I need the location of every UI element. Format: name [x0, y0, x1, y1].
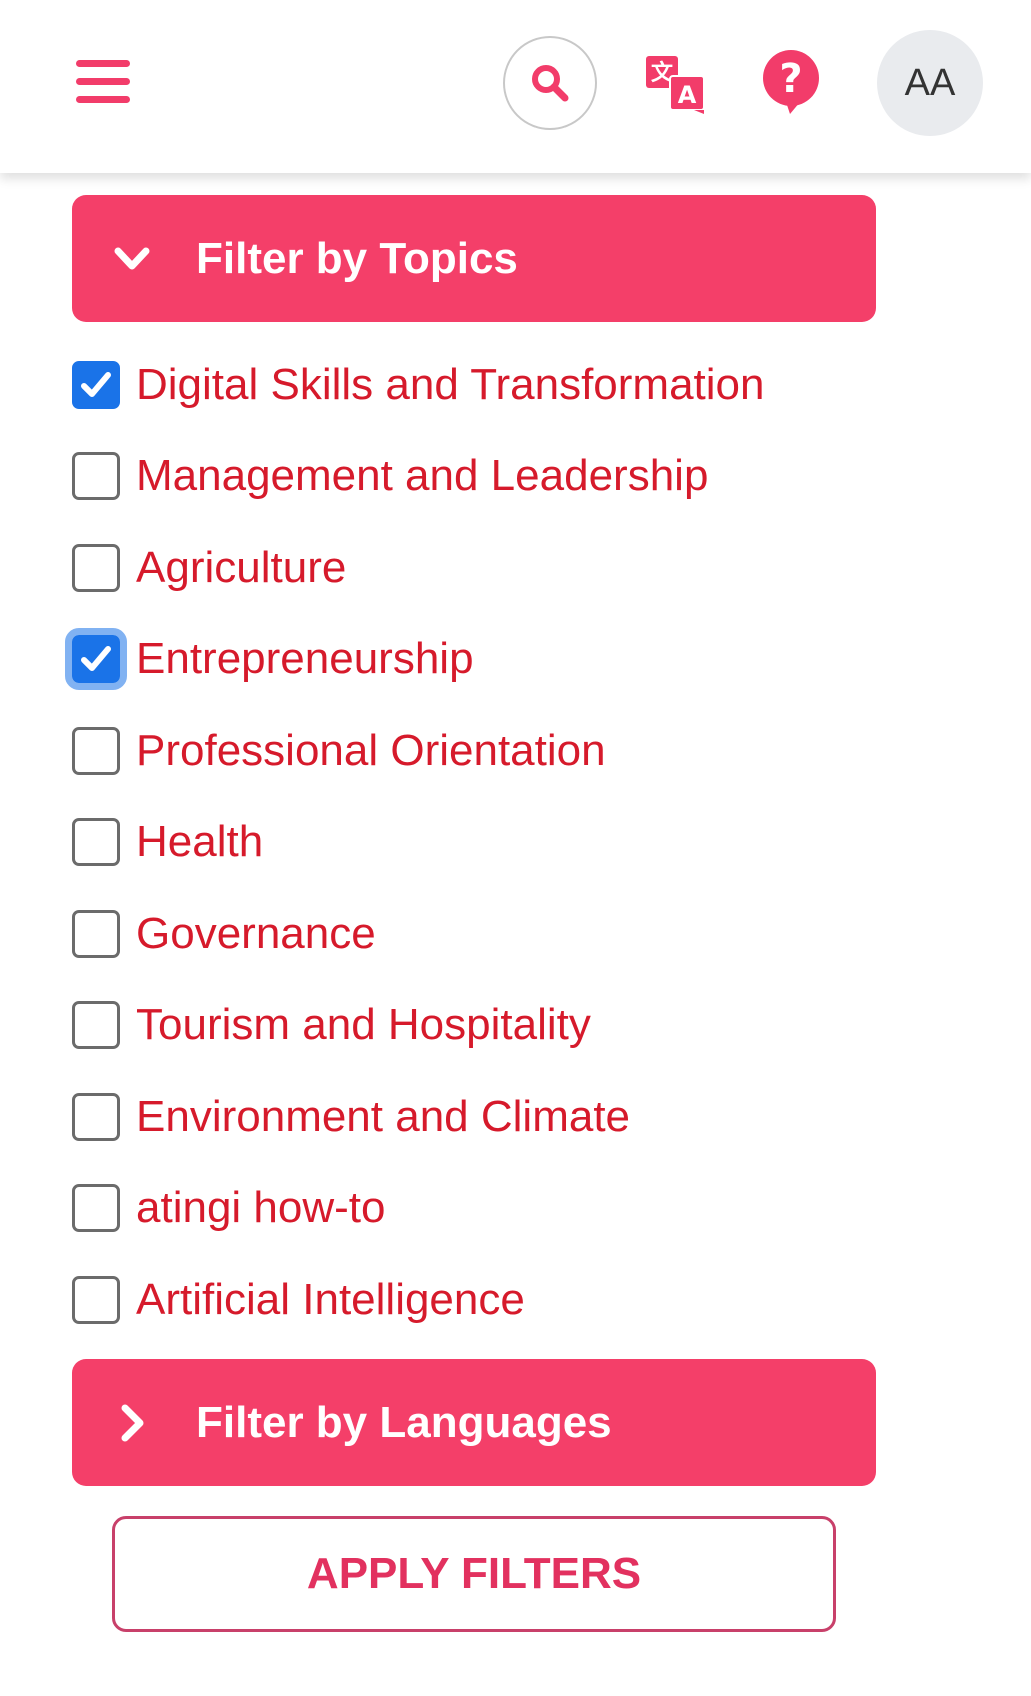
- topic-label: Governance: [136, 908, 376, 958]
- topic-option[interactable]: Tourism and Hospitality: [72, 980, 972, 1072]
- chevron-right-icon: [121, 1404, 144, 1441]
- topic-option[interactable]: Digital Skills and Transformation: [72, 339, 972, 431]
- font-size-label: AA: [904, 61, 956, 104]
- topic-checkbox[interactable]: [72, 1275, 120, 1324]
- topic-option[interactable]: Governance: [72, 888, 972, 980]
- topic-checkbox[interactable]: [72, 818, 120, 867]
- topic-label: Digital Skills and Transformation: [136, 359, 765, 409]
- topic-checkbox[interactable]: [72, 452, 120, 501]
- topic-option[interactable]: Environment and Climate: [72, 1071, 972, 1163]
- help-button[interactable]: ?: [760, 48, 822, 116]
- topic-option[interactable]: Management and Leadership: [72, 431, 972, 523]
- topic-option[interactable]: Health: [72, 797, 972, 889]
- filter-page: 文 A ? AA Filter by Topics Digital Skills…: [0, 0, 1031, 1696]
- topic-label: atingi how-to: [136, 1183, 386, 1233]
- topic-label: Professional Orientation: [136, 725, 606, 775]
- topic-checkbox[interactable]: [72, 543, 120, 592]
- filter-by-topics-accordion[interactable]: Filter by Topics: [72, 195, 876, 322]
- translate-icon: 文 A: [646, 56, 705, 114]
- topic-checkbox[interactable]: [72, 360, 120, 409]
- topic-label: Tourism and Hospitality: [136, 1000, 591, 1050]
- topic-checkbox[interactable]: [65, 628, 127, 691]
- topic-label: Artificial Intelligence: [136, 1274, 525, 1324]
- topic-checkbox[interactable]: [72, 1092, 120, 1141]
- topic-checkbox[interactable]: [72, 1184, 120, 1233]
- topic-option[interactable]: Agriculture: [72, 522, 972, 614]
- topic-option[interactable]: Artificial Intelligence: [72, 1254, 972, 1346]
- checkmark-icon: [81, 646, 111, 672]
- search-button[interactable]: [503, 36, 597, 130]
- svg-text:A: A: [678, 81, 697, 109]
- topic-checkbox[interactable]: [72, 909, 120, 958]
- apply-filters-button[interactable]: APPLY FILTERS: [112, 1516, 836, 1632]
- search-icon: [532, 65, 569, 102]
- top-app-bar: 文 A ? AA: [0, 0, 1031, 173]
- topic-option[interactable]: Professional Orientation: [72, 705, 972, 797]
- translate-button[interactable]: 文 A: [644, 54, 708, 114]
- topic-label: Entrepreneurship: [136, 634, 474, 684]
- topic-checkbox[interactable]: [72, 1001, 120, 1050]
- topic-label: Health: [136, 817, 264, 867]
- filter-by-languages-title: Filter by Languages: [196, 1397, 612, 1447]
- filter-by-languages-accordion[interactable]: Filter by Languages: [72, 1359, 876, 1486]
- svg-text:?: ?: [779, 56, 802, 102]
- topic-checkbox[interactable]: [72, 726, 120, 775]
- topic-checkbox-list: Digital Skills and Transformation Managem…: [65, 339, 972, 1346]
- topic-label: Agriculture: [136, 542, 347, 592]
- filter-by-topics-title: Filter by Topics: [196, 233, 518, 283]
- topic-label: Environment and Climate: [136, 1091, 631, 1141]
- font-size-button[interactable]: AA: [877, 30, 983, 136]
- topic-option[interactable]: atingi how-to: [72, 1163, 972, 1255]
- topic-label: Management and Leadership: [136, 451, 709, 501]
- help-icon: ?: [763, 50, 819, 114]
- checkmark-icon: [81, 371, 111, 397]
- topic-option[interactable]: Entrepreneurship: [65, 614, 972, 706]
- chevron-down-icon: [114, 247, 150, 269]
- hamburger-menu-icon[interactable]: [76, 60, 130, 104]
